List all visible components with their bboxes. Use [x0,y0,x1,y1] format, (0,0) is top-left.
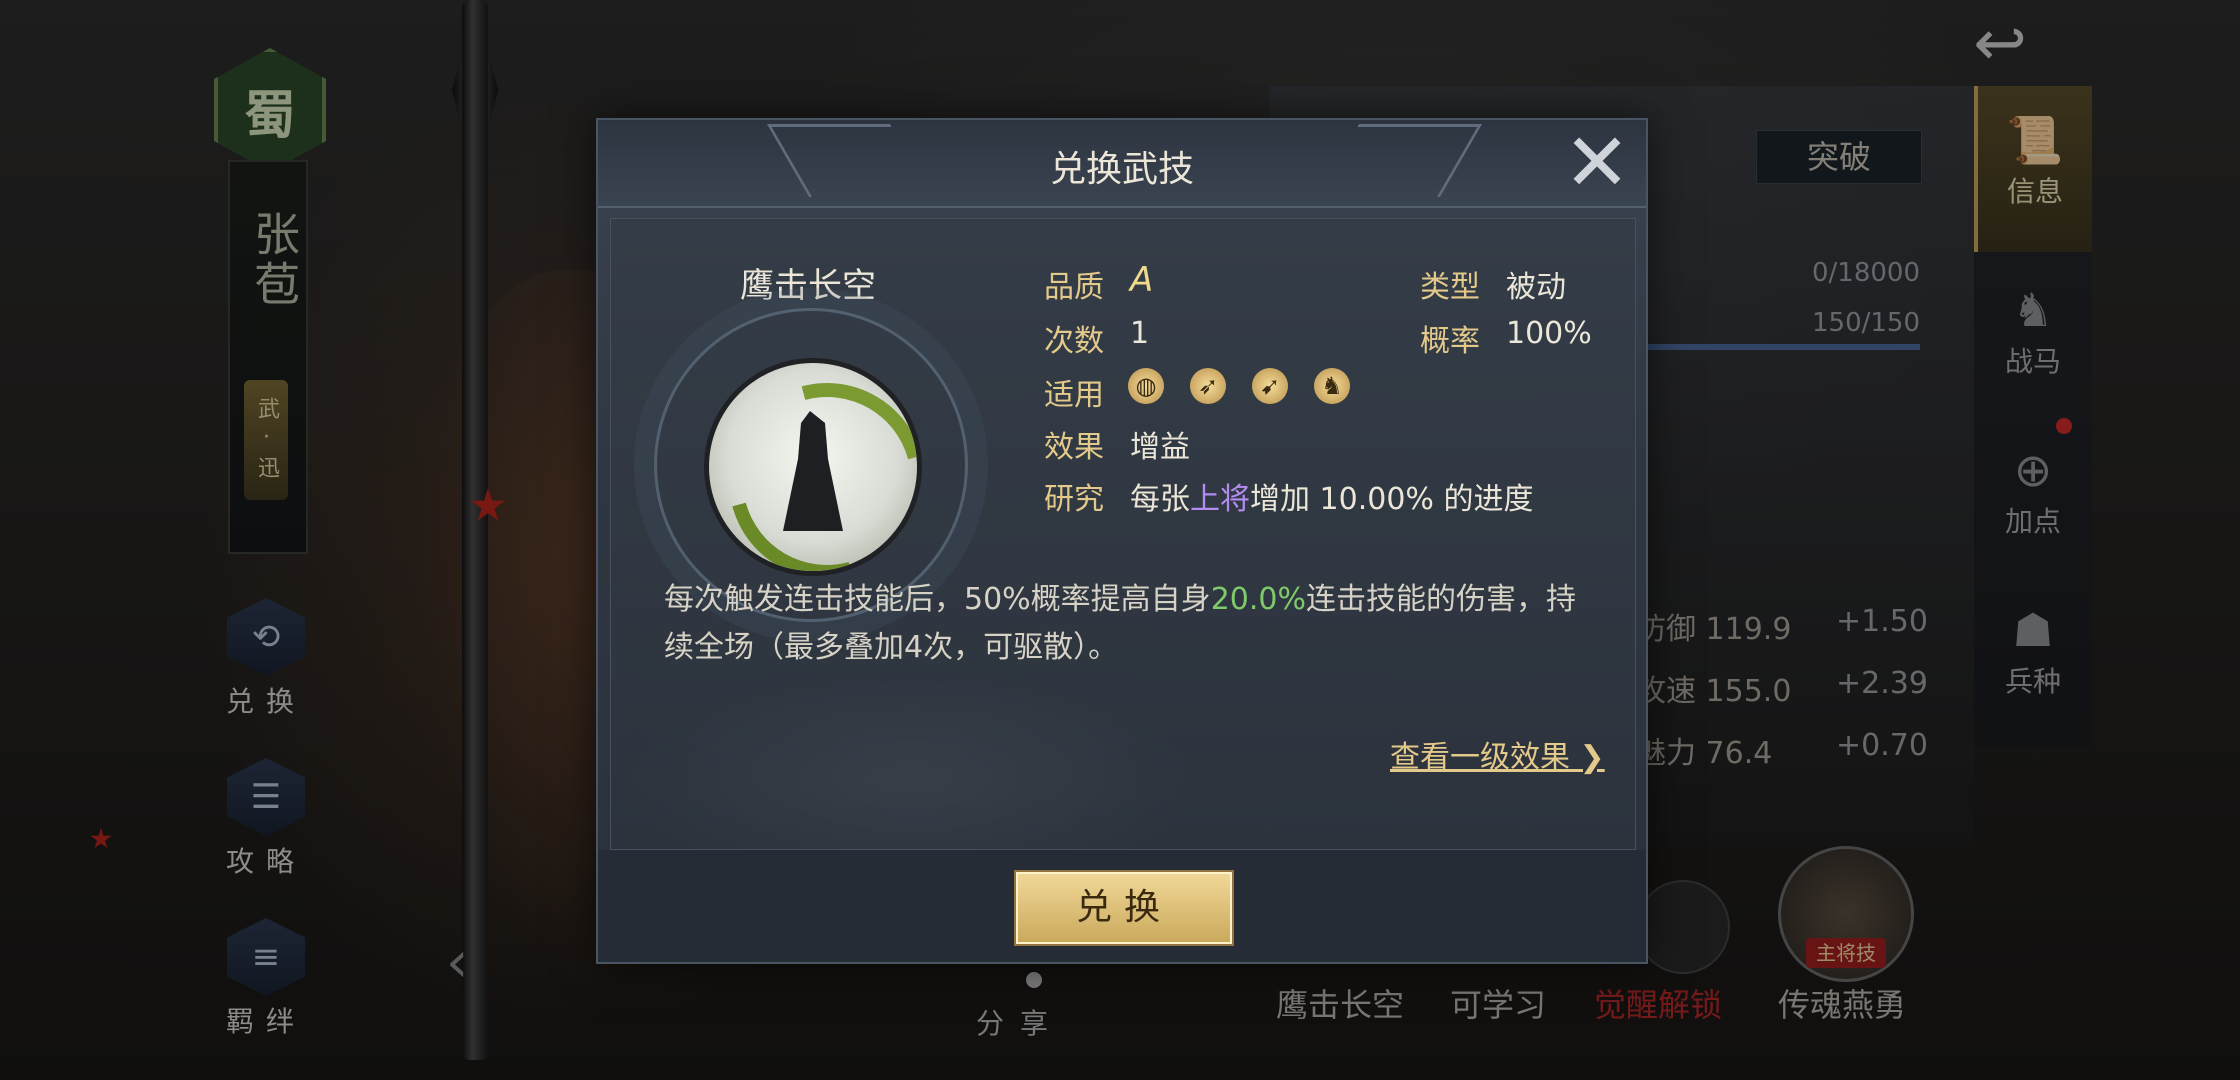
research-prefix: 每张 [1130,482,1190,517]
desc-text: 每次触发连击技能后，50%概率提高自身 [664,582,1211,617]
exchange-button[interactable]: 兑换 [1014,870,1234,946]
effect-value: 增益 [1130,430,1190,465]
view-link-label: 查看一级效果 [1390,740,1570,775]
close-icon[interactable]: ✕ [1558,123,1636,203]
skill-emblem-icon [704,358,922,576]
exchange-skill-dialog: 兑换武技 ✕ 鹰击长空 品质 A 类型 被动 次数 1 概率 100% 适用 ◍… [596,118,1648,964]
desc-highlight: 20.0% [1210,582,1306,617]
quality-label: 品质 [1044,270,1104,305]
effect-label: 效果 [1044,430,1104,465]
bow-icon: ➶ [1190,368,1226,404]
count-label: 次数 [1044,324,1104,359]
quality-grade: A [1130,260,1154,300]
rate-value: 100% [1506,316,1592,351]
dialog-header: 兑换武技 ✕ [598,120,1646,208]
research-suffix: 增加 10.00% 的进度 [1250,482,1534,517]
research-label: 研究 [1044,482,1104,517]
horse-icon: ♞ [1314,368,1350,404]
orb-weapon-icon: ◍ [1128,368,1164,404]
apply-label: 适用 [1044,378,1104,413]
spear-icon: ➹ [1252,368,1288,404]
view-level1-effect-link[interactable]: 查看一级效果 ❯ [1390,732,1605,776]
count-value: 1 [1130,316,1150,351]
skill-description: 每次触发连击技能后，50%概率提高自身20.0%连击技能的伤害，持续全场（最多叠… [664,576,1584,672]
research-rank: 上将 [1190,482,1250,517]
research-value: 每张上将增加 10.00% 的进度 [1130,474,1533,518]
chevron-right-icon: ❯ [1570,740,1605,775]
type-value: 被动 [1506,270,1566,305]
type-label: 类型 [1420,270,1480,305]
rate-label: 概率 [1420,324,1480,359]
dialog-title: 兑换武技 [1049,149,1194,190]
dialog-footer: 兑换 [598,850,1646,962]
skill-name: 鹰击长空 [740,266,876,306]
